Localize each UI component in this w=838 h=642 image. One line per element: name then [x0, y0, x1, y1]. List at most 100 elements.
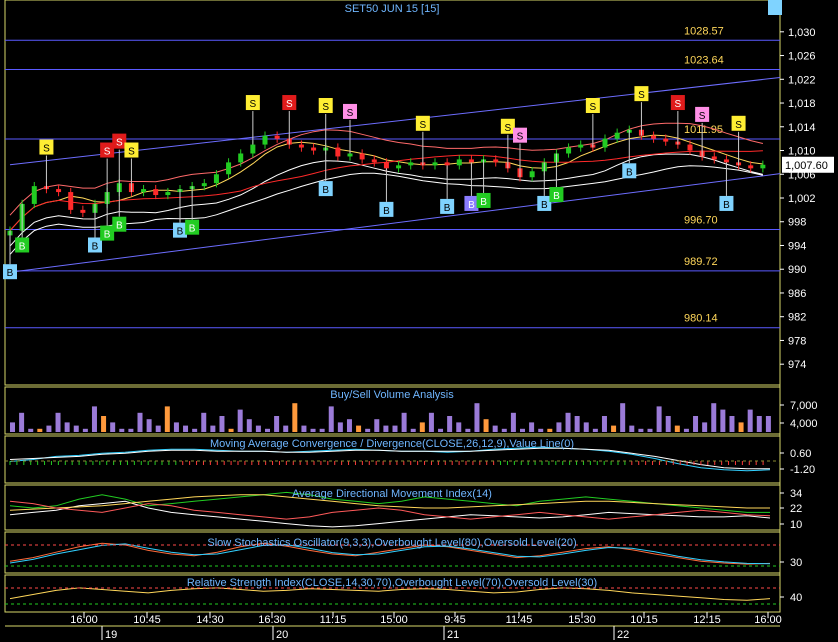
- y-tick-label: 1,014: [788, 122, 816, 134]
- candle-body: [578, 144, 584, 148]
- volume-bar: [438, 428, 444, 432]
- volume-bar: [137, 412, 143, 432]
- candle-body: [663, 138, 669, 142]
- volume-bar: [501, 428, 507, 432]
- candle-body: [711, 156, 717, 160]
- volume-bar: [410, 428, 416, 432]
- buy-signal: B: [476, 159, 491, 208]
- volume-bar: [201, 412, 207, 432]
- level-label: 980.14: [684, 313, 718, 325]
- signal-label: S: [638, 90, 645, 101]
- candle-body: [723, 159, 729, 163]
- volume-bar: [310, 428, 316, 432]
- y-tick-label: 982: [788, 312, 806, 324]
- volume-bar: [28, 428, 34, 432]
- volume-bar: [328, 406, 334, 432]
- volume-bar: [729, 416, 735, 432]
- candle-body: [80, 209, 86, 213]
- signal-label: S: [104, 147, 111, 158]
- candle-body: [687, 144, 693, 151]
- volume-bar: [210, 425, 216, 432]
- volume-bar: [583, 422, 589, 432]
- y-tick-label: 974: [788, 359, 806, 371]
- x-tick-label: 15:00: [380, 614, 408, 626]
- signal-label: S: [517, 132, 524, 143]
- level-label: 989.72: [684, 256, 718, 268]
- signal-label: B: [553, 191, 560, 202]
- sell-signal: S: [112, 133, 127, 184]
- signal-label: B: [177, 227, 184, 238]
- signal-label: S: [420, 120, 427, 131]
- volume-bar: [702, 422, 708, 432]
- volume-bar: [738, 422, 744, 432]
- signal-label: S: [286, 99, 293, 110]
- volume-bar: [629, 425, 635, 432]
- volume-bar: [565, 412, 571, 432]
- signal-label: B: [7, 268, 14, 279]
- day-label: 20: [276, 629, 288, 641]
- volume-bar: [356, 425, 362, 432]
- sell-signal: S: [343, 103, 357, 154]
- signal-label: S: [250, 99, 257, 110]
- macd-panel: 0.60 -1.20: [5, 446, 815, 476]
- volume-bar: [128, 428, 134, 432]
- candle-body: [141, 189, 147, 193]
- candle-body: [359, 153, 365, 160]
- signal-label: B: [92, 241, 99, 252]
- x-tick-label: 12:15: [693, 614, 721, 626]
- candle-body: [238, 153, 244, 163]
- level-label: 1023.64: [684, 55, 724, 67]
- signal-label: S: [43, 144, 50, 155]
- volume-bar: [428, 412, 434, 432]
- candle-body: [371, 159, 377, 163]
- chart-canvas: 1,0301,0261,0221,0181,0141,0101,0061,002…: [3, 0, 834, 641]
- volume-bar: [756, 416, 762, 432]
- candle-body: [201, 183, 207, 187]
- volume-bar: [155, 425, 161, 432]
- signal-label: B: [104, 230, 111, 241]
- time-axis: 16:00 10:45 14:30 16:30 11:15 15:00 9:45 11:45 1…: [5, 612, 782, 641]
- chart-window: 1,030 1,026 1,022 1,018 1,014 1,010 1,006 1,002…: [0, 0, 838, 642]
- y-tick-label: -1.20: [790, 464, 815, 476]
- signal-label: B: [468, 200, 475, 211]
- volume-bar: [274, 416, 280, 432]
- candle-body: [213, 174, 219, 184]
- volume-bar: [447, 416, 453, 432]
- signal-label: S: [128, 147, 135, 158]
- signal-label: B: [383, 206, 390, 217]
- volume-bar: [538, 428, 544, 432]
- volume-bar: [64, 422, 70, 432]
- signal-label: B: [189, 224, 196, 235]
- y-tick-label: 1,010: [788, 146, 816, 158]
- price-panel: 1,0301,0261,0221,0181,0141,0101,0061,002…: [3, 0, 834, 371]
- volume-bar: [510, 412, 516, 432]
- volume-bar: [465, 428, 471, 432]
- volume-bar: [601, 416, 607, 432]
- candle-body: [298, 144, 304, 148]
- sell-signal: S: [124, 142, 139, 193]
- candle-body: [408, 162, 414, 166]
- sell-signal: S: [731, 115, 746, 166]
- signal-label: S: [735, 120, 742, 131]
- volume-bar: [82, 428, 88, 432]
- stochastics-title: Slow Stochastics Oscillator(9,3,3),Overb…: [207, 537, 576, 549]
- candle-body: [274, 135, 280, 139]
- volume-bar: [228, 428, 234, 432]
- volume-bar: [73, 425, 79, 432]
- y-tick-label: 10: [790, 519, 802, 531]
- signal-label: S: [347, 108, 354, 119]
- volume-bar: [474, 403, 480, 432]
- x-tick-label: 16:00: [754, 614, 782, 626]
- buy-signal: B: [88, 203, 102, 253]
- candle-body: [311, 147, 317, 151]
- candle-body: [153, 189, 159, 196]
- volume-bar: [693, 416, 699, 432]
- candle-body: [456, 159, 462, 166]
- volume-bar: [19, 412, 25, 432]
- signal-label: S: [322, 102, 329, 113]
- candle-body: [444, 162, 450, 166]
- buy-signal: B: [768, 0, 782, 15]
- signal-label: S: [590, 102, 597, 113]
- candle-body: [226, 162, 232, 175]
- volume-bar: [46, 425, 52, 432]
